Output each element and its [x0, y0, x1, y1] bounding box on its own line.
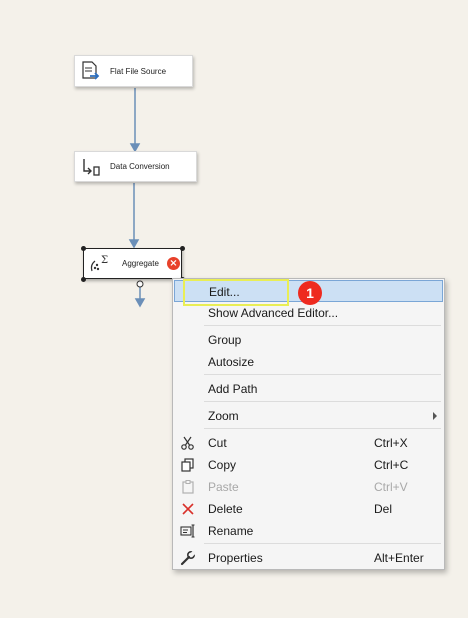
- aggregate-icon: Σ: [88, 253, 114, 275]
- menu-separator: [204, 325, 441, 326]
- menu-item-properties[interactable]: Properties Alt+Enter: [174, 547, 443, 569]
- menu-item-autosize[interactable]: Autosize: [174, 351, 443, 373]
- menu-item-label: Properties: [208, 551, 263, 565]
- menu-item-zoom[interactable]: Zoom: [174, 405, 443, 427]
- context-menu: Edit... Show Advanced Editor... Group Au…: [172, 278, 445, 570]
- menu-item-shortcut: Ctrl+X: [374, 436, 408, 450]
- menu-item-shortcut: Ctrl+V: [374, 480, 408, 494]
- menu-item-rename[interactable]: Rename: [174, 520, 443, 542]
- flat-file-source-icon: [80, 60, 102, 82]
- menu-item-cut[interactable]: Cut Ctrl+X: [174, 432, 443, 454]
- menu-separator: [204, 401, 441, 402]
- flat-file-source-component[interactable]: Flat File Source: [74, 55, 193, 87]
- menu-item-label: Paste: [208, 480, 239, 494]
- menu-item-label: Copy: [208, 458, 237, 472]
- step-number-badge: 1: [298, 281, 322, 305]
- data-conversion-icon: [80, 156, 102, 178]
- error-icon: ×: [167, 257, 180, 270]
- menu-item-shortcut: Alt+Enter: [374, 551, 424, 565]
- selection-handle[interactable]: [180, 246, 185, 251]
- menu-item-shortcut: Ctrl+C: [374, 458, 409, 472]
- menu-item-label: Delete: [208, 502, 243, 516]
- menu-item-label: Zoom: [208, 409, 239, 423]
- menu-item-label: Autosize: [208, 355, 255, 369]
- menu-item-add-path[interactable]: Add Path: [174, 378, 443, 400]
- menu-item-label: Add Path: [208, 382, 258, 396]
- submenu-arrow-icon: [433, 412, 437, 420]
- wrench-icon: [180, 550, 196, 566]
- aggregate-component[interactable]: Σ Aggregate ×: [83, 248, 182, 279]
- paste-icon: [180, 479, 196, 495]
- menu-separator: [204, 428, 441, 429]
- menu-separator: [204, 374, 441, 375]
- selection-handle[interactable]: [81, 277, 86, 282]
- node-label: Flat File Source: [110, 66, 167, 76]
- menu-item-group[interactable]: Group: [174, 329, 443, 351]
- copy-icon: [180, 457, 196, 473]
- menu-item-shortcut: Del: [374, 502, 393, 516]
- menu-item-label: Show Advanced Editor...: [208, 306, 339, 320]
- menu-item-label: Rename: [208, 524, 254, 538]
- data-conversion-component[interactable]: Data Conversion: [74, 151, 197, 182]
- menu-item-paste[interactable]: Paste Ctrl+V: [174, 476, 443, 498]
- node-label: Data Conversion: [110, 162, 170, 171]
- delete-icon: [180, 501, 196, 517]
- menu-item-label: Cut: [208, 436, 227, 450]
- menu-separator: [204, 543, 441, 544]
- selection-handle[interactable]: [81, 246, 86, 251]
- rename-icon: [180, 523, 196, 539]
- callout-highlight-box: [183, 279, 289, 306]
- menu-item-copy[interactable]: Copy Ctrl+C: [174, 454, 443, 476]
- menu-item-label: Group: [208, 333, 242, 347]
- svg-text:Σ: Σ: [101, 255, 108, 266]
- menu-item-delete[interactable]: Delete Del: [174, 498, 443, 520]
- node-label: Aggregate: [122, 259, 159, 268]
- cut-icon: [180, 435, 196, 451]
